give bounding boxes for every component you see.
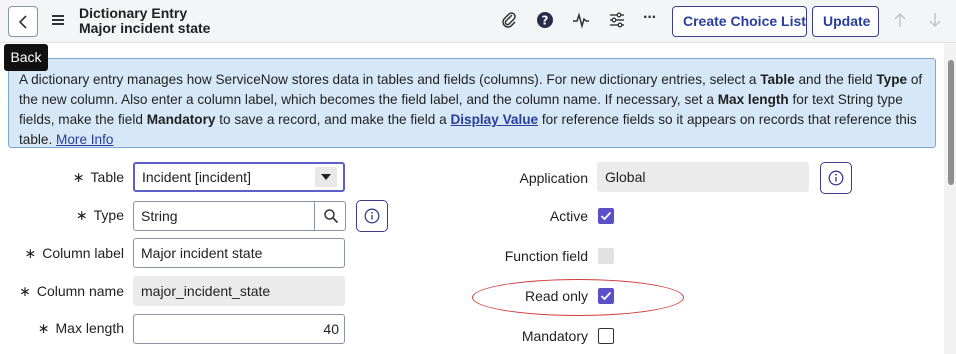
required-icon: ∗ [72, 169, 85, 185]
activity-icon[interactable] [571, 10, 591, 30]
page-title-record: Major incident state [79, 20, 211, 36]
required-icon: ∗ [75, 207, 88, 223]
svg-text:?: ? [542, 14, 549, 28]
chevron-left-icon [18, 15, 27, 29]
max-length-field-label: ∗ Max length [38, 320, 124, 337]
column-label-field-label: ∗ Column label [25, 245, 124, 262]
info-message: A dictionary entry manages how ServiceNo… [8, 58, 936, 148]
application-input: Global [597, 162, 809, 192]
column-label-label-text: Column label [42, 245, 124, 261]
update-button[interactable]: Update [812, 6, 879, 37]
page-title-type: Dictionary Entry [79, 5, 188, 21]
info-bold-table: Table [760, 72, 795, 87]
scrollbar-thumb[interactable] [948, 60, 954, 185]
mandatory-checkbox[interactable] [598, 328, 614, 344]
max-length-input[interactable]: 40 [133, 314, 345, 344]
info-text: to save a record, and make the field a [215, 112, 451, 127]
info-bold-type: Type [876, 72, 908, 87]
checkmark-icon [600, 211, 612, 221]
mandatory-label: Mandatory [521, 328, 588, 344]
page-title: Dictionary Entry Major incident state [79, 6, 210, 36]
table-select[interactable]: Incident [incident] [133, 162, 345, 192]
back-button[interactable] [8, 6, 38, 37]
search-icon [324, 209, 339, 224]
paperclip-icon[interactable] [499, 10, 519, 30]
create-choice-list-button[interactable]: Create Choice List [672, 6, 807, 37]
back-tooltip: Back [4, 44, 48, 71]
function-field-label: Function field [504, 248, 588, 264]
info-bold-max-length: Max length [717, 92, 789, 107]
type-field-label: ∗ Type [76, 207, 124, 224]
type-info-button[interactable] [356, 200, 388, 232]
more-options-icon[interactable]: ··· [643, 9, 657, 27]
column-name-input: major_incident_state [133, 276, 345, 306]
required-icon: ∗ [37, 320, 50, 336]
form-header: Dictionary Entry Major incident state ? … [0, 0, 956, 43]
info-icon [828, 170, 844, 186]
table-field-label: ∗ Table [73, 169, 124, 186]
required-icon: ∗ [19, 283, 31, 299]
display-value-link[interactable]: Display Value [450, 112, 538, 127]
dropdown-caret-icon[interactable] [315, 167, 337, 187]
active-label: Active [549, 208, 588, 224]
menu-icon[interactable] [52, 15, 64, 25]
info-icon [364, 208, 380, 224]
arrow-up-icon[interactable] [890, 10, 910, 30]
type-lookup-button[interactable] [314, 201, 346, 231]
more-info-link[interactable]: More Info [56, 132, 113, 147]
column-name-field-label: ∗ Column name [19, 283, 124, 300]
type-label-text: Type [93, 207, 124, 223]
required-icon: ∗ [24, 245, 37, 261]
application-info-button[interactable] [820, 162, 852, 194]
highlight-annotation [472, 279, 684, 316]
active-checkbox[interactable] [598, 208, 614, 224]
column-name-label-text: Column name [36, 283, 124, 299]
arrow-down-icon[interactable] [925, 10, 945, 30]
column-label-input[interactable]: Major incident state [133, 238, 345, 268]
application-label: Application [519, 170, 589, 186]
table-label-text: Table [90, 169, 124, 185]
info-text: and the field [794, 72, 877, 87]
help-icon[interactable]: ? [535, 10, 555, 30]
settings-sliders-icon[interactable] [607, 10, 627, 30]
info-bold-mandatory: Mandatory [146, 112, 216, 127]
max-length-label-text: Max length [55, 320, 124, 336]
info-text: A dictionary entry manages how ServiceNo… [19, 72, 761, 87]
type-input[interactable]: String [133, 201, 315, 231]
function-field-checkbox [598, 248, 614, 264]
table-select-value: Incident [incident] [142, 169, 251, 185]
